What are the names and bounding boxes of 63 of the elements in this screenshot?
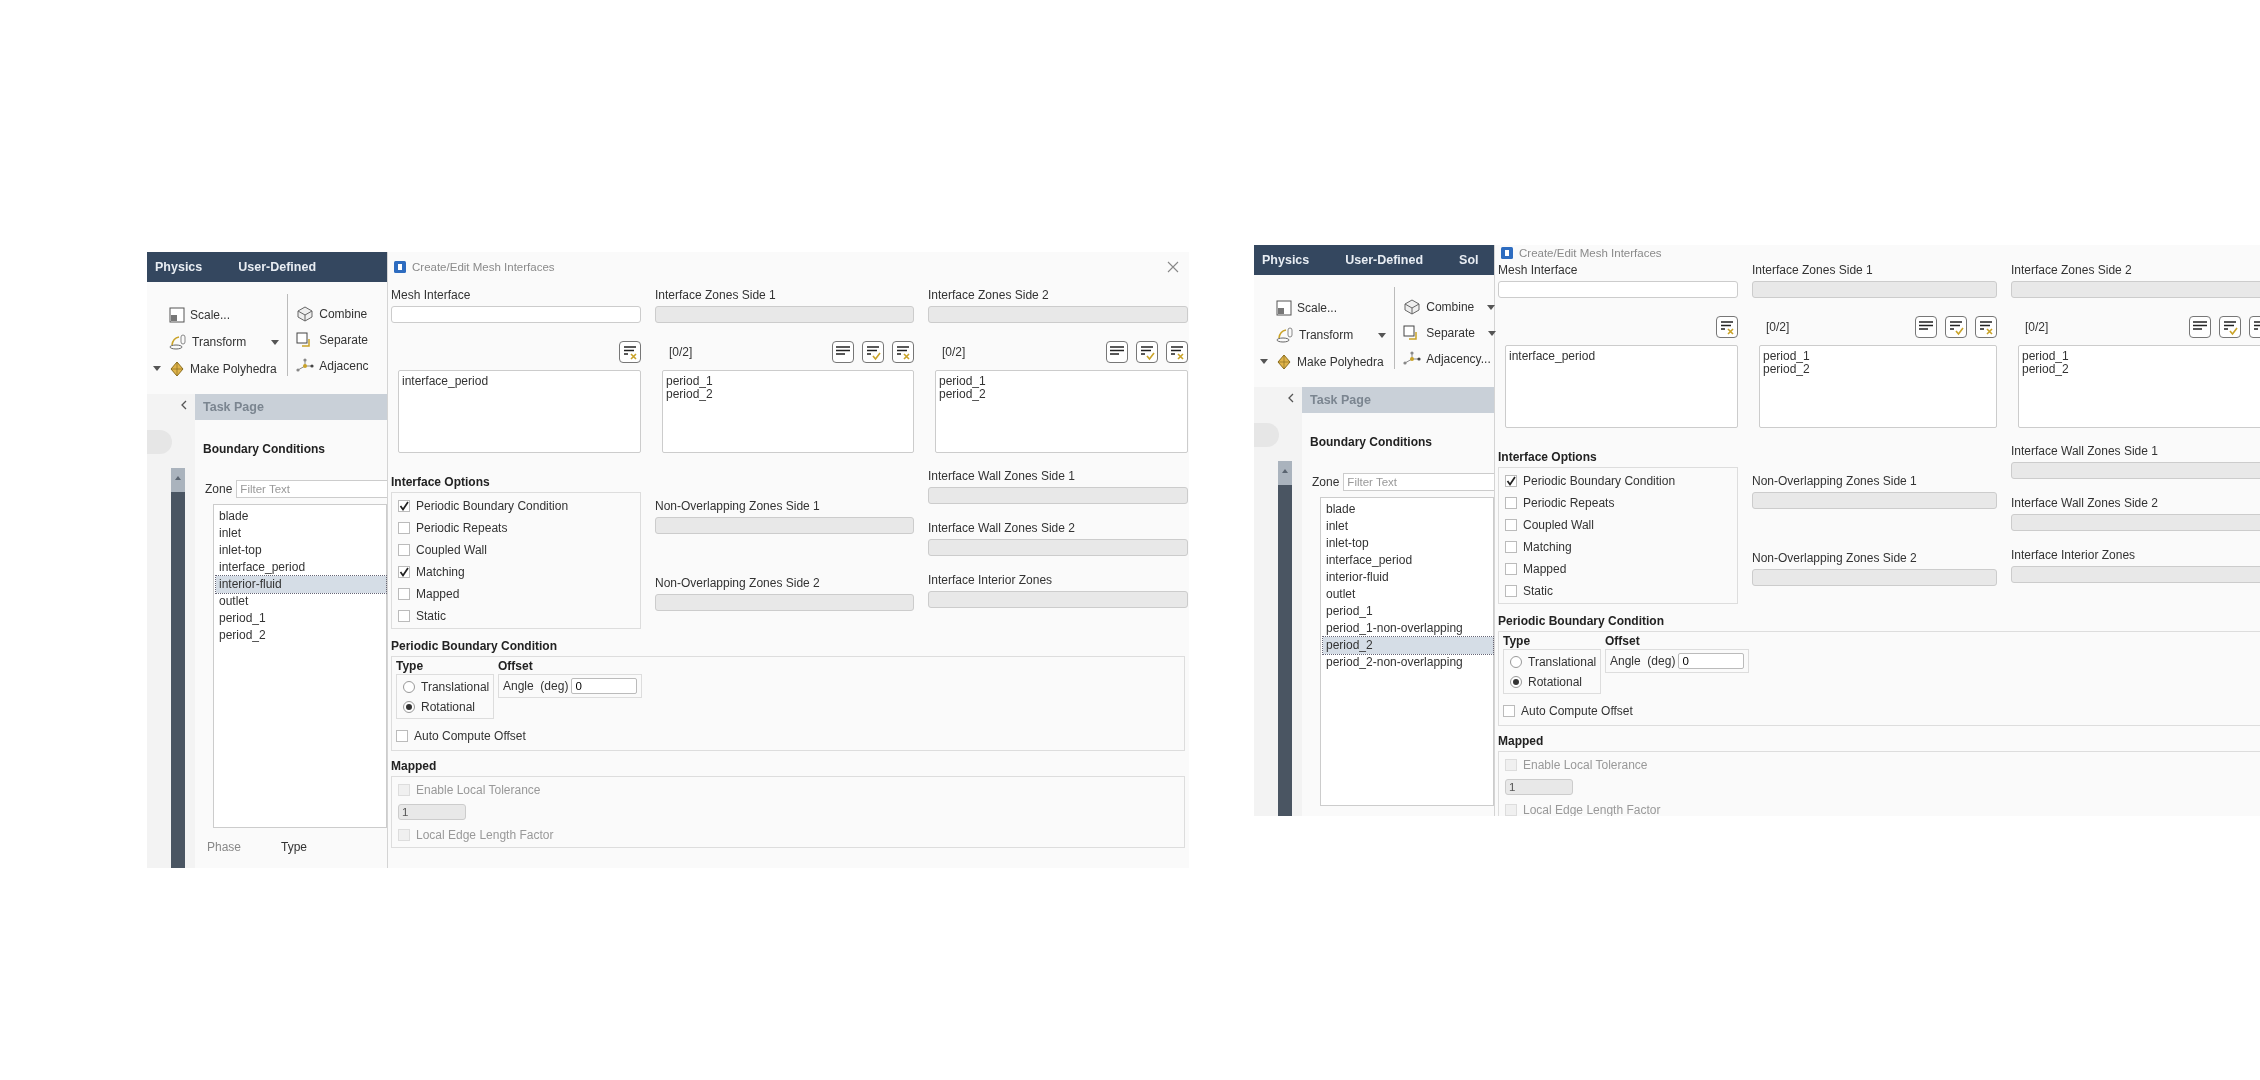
field-label: Interface Zones Side 1 <box>655 288 777 304</box>
task-page-header: Task Page <box>195 394 387 420</box>
checkbox-label: Mapped <box>1523 561 1567 576</box>
group-label: Offset <box>1605 634 1641 648</box>
checkbox-label: Static <box>416 608 446 623</box>
checkbox-label: Periodic Boundary Condition <box>416 498 569 513</box>
checkbox-label: Enable Local Tolerance <box>1523 757 1648 772</box>
field-label: Non-Overlapping Zones Side 2 <box>655 576 821 592</box>
field-label: Non-Overlapping Zones Side 2 <box>1752 551 1918 567</box>
checkbox-label: Local Edge Length Factor <box>1523 802 1661 816</box>
field-label: Interface Wall Zones Side 2 <box>2011 496 2159 512</box>
field-label: Interface Zones Side 2 <box>2011 263 2133 279</box>
checkbox-label: Auto Compute Offset <box>414 728 526 743</box>
field-label: Interface Interior Zones <box>928 573 1054 589</box>
checkbox-label: Coupled Wall <box>1523 517 1594 532</box>
field-label: Mesh Interface <box>391 288 472 304</box>
task-page-header: Task Page <box>1302 387 1494 413</box>
checkbox-label: Periodic Repeats <box>416 520 508 535</box>
field-label: Phase <box>207 840 242 856</box>
checkbox-label: Enable Local Tolerance <box>416 782 541 797</box>
checkbox-label: Static <box>1523 583 1553 598</box>
dialog-title: Create/Edit Mesh Interfaces <box>1519 247 1663 259</box>
selection-count: [0/2] <box>668 345 693 359</box>
radio-label: Translational <box>1528 654 1597 669</box>
section-title: Interface Options <box>1498 450 1598 464</box>
group-label: Type <box>396 659 425 673</box>
section-title: Mapped <box>1498 734 1545 748</box>
section-title: Periodic Boundary Condition <box>391 639 558 653</box>
field-label: Interface Zones Side 1 <box>1752 263 1874 279</box>
field-label: Mesh Interface <box>1498 263 1579 279</box>
field-label: Interface Wall Zones Side 1 <box>928 469 1076 485</box>
field-label: Interface Interior Zones <box>2011 548 2137 564</box>
checkbox-label: Periodic Boundary Condition <box>1523 473 1676 488</box>
field-label: Zone <box>205 482 233 496</box>
field-label: Interface Zones Side 2 <box>928 288 1050 304</box>
group-label: Type <box>1503 634 1532 648</box>
radio-label: Rotational <box>421 699 476 714</box>
checkbox-label: Mapped <box>416 586 460 601</box>
selection-count: [0/2] <box>1765 320 1790 334</box>
field-label: Non-Overlapping Zones Side 1 <box>655 499 821 515</box>
group-label: Offset <box>498 659 534 673</box>
checkbox-label: Periodic Repeats <box>1523 495 1615 510</box>
selection-count: [0/2] <box>2024 320 2049 334</box>
panel-title: Boundary Conditions <box>203 442 326 456</box>
field-label: Interface Wall Zones Side 2 <box>928 521 1076 537</box>
field-label: Zone <box>1312 475 1340 489</box>
field-label: Angle (deg) <box>1610 654 1676 668</box>
checkbox-label: Matching <box>416 564 465 579</box>
checkbox-label: Coupled Wall <box>416 542 487 557</box>
section-title: Mapped <box>391 759 438 773</box>
radio-label: Translational <box>421 679 490 694</box>
panel-title: Boundary Conditions <box>1310 435 1433 449</box>
selection-count: [0/2] <box>941 345 966 359</box>
section-title: Periodic Boundary Condition <box>1498 614 1665 628</box>
checkbox-label: Local Edge Length Factor <box>416 827 554 842</box>
field-label: Non-Overlapping Zones Side 1 <box>1752 474 1918 490</box>
field-label: Interface Wall Zones Side 1 <box>2011 444 2159 460</box>
dialog-title: Create/Edit Mesh Interfaces <box>412 261 556 273</box>
field-label: Type <box>281 840 308 856</box>
checkbox-label: Matching <box>1523 539 1572 554</box>
radio-label: Rotational <box>1528 674 1583 689</box>
field-label: Angle (deg) <box>503 679 569 693</box>
checkbox-label: Auto Compute Offset <box>1521 703 1633 718</box>
